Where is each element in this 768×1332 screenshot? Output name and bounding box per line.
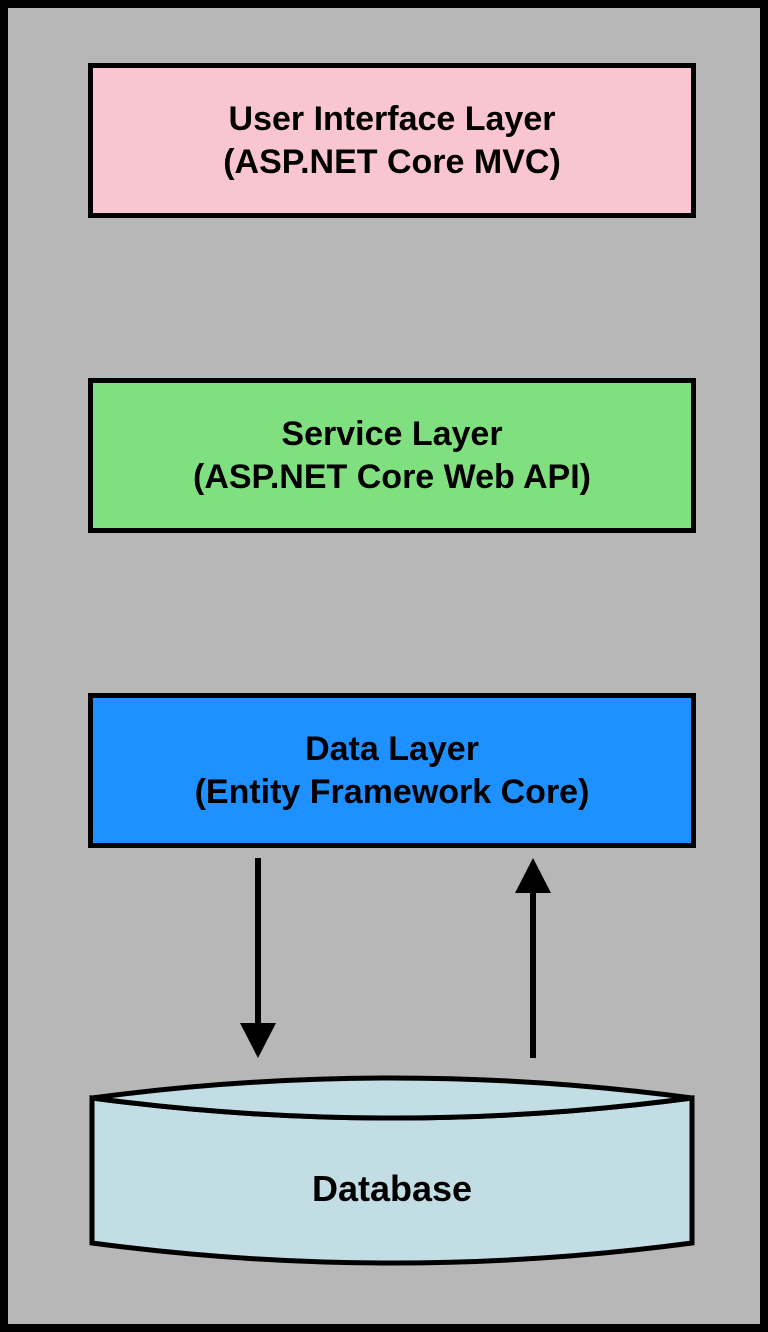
- layer-data: Data Layer (Entity Framework Core): [88, 693, 696, 848]
- layer-service: Service Layer (ASP.NET Core Web API): [88, 378, 696, 533]
- layer-ui-title: User Interface Layer: [229, 98, 556, 141]
- architecture-diagram: User Interface Layer (ASP.NET Core MVC) …: [0, 0, 768, 1332]
- layer-service-title: Service Layer: [281, 413, 502, 456]
- arrow-down-icon: [228, 853, 288, 1063]
- layer-ui-subtitle: (ASP.NET Core MVC): [223, 141, 561, 184]
- layer-service-subtitle: (ASP.NET Core Web API): [193, 456, 591, 499]
- layer-data-title: Data Layer: [305, 728, 479, 771]
- arrow-up-icon: [503, 853, 563, 1063]
- database-label: Database: [78, 1168, 706, 1210]
- layer-data-subtitle: (Entity Framework Core): [195, 771, 590, 814]
- layer-ui: User Interface Layer (ASP.NET Core MVC): [88, 63, 696, 218]
